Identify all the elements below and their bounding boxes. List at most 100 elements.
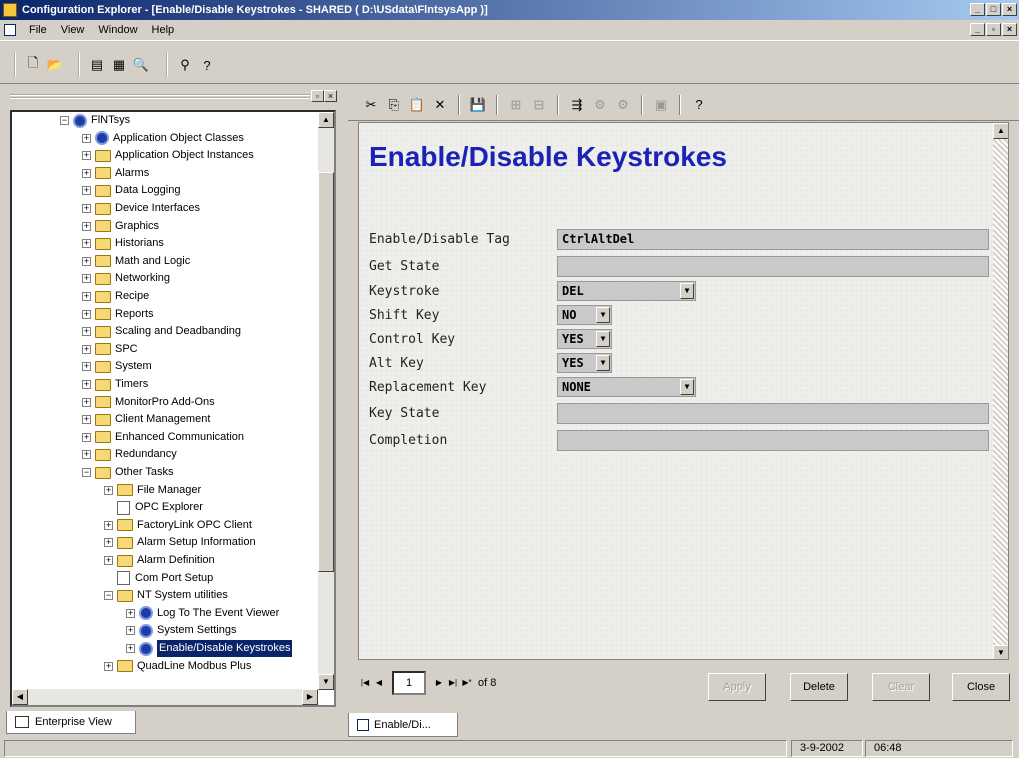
tree-item[interactable]: + Log To The Event Viewer [126,605,279,622]
expand-icon[interactable]: + [82,415,91,425]
import-icon[interactable]: ⇶ [568,96,586,114]
shift-key-select[interactable]: NO ▼ [557,305,612,325]
new-record-button[interactable]: ▶* [460,676,474,690]
tree-item[interactable]: + Historians [82,235,164,252]
find-icon[interactable]: 🔍 [132,56,150,74]
first-record-button[interactable]: |◀ [358,676,372,690]
tree-item[interactable]: + File Manager [104,482,201,499]
pane-min-button[interactable]: ▫ [311,90,324,102]
mdi-restore-button[interactable]: ▫ [986,23,1001,36]
keystroke-select[interactable]: DEL ▼ [557,281,696,301]
dropdown-arrow-icon[interactable]: ▼ [596,307,610,323]
tab-enable-disable[interactable]: Enable/Di... [348,713,458,737]
pane-grip[interactable] [10,94,310,99]
tree-item[interactable]: − FlNTsys [60,112,130,129]
dropdown-arrow-icon[interactable]: ▼ [596,331,610,347]
tree-item[interactable]: + System [82,358,152,375]
delete-button[interactable]: Delete [790,673,848,701]
save-icon[interactable]: 💾 [469,96,487,114]
menu-file[interactable]: File [22,20,54,40]
tree-item[interactable]: + Enable/Disable Keystrokes [126,640,293,657]
menu-help[interactable]: Help [145,20,182,40]
tree-item[interactable]: + FactoryLink OPC Client [104,517,252,534]
help-icon[interactable]: ? [690,96,708,114]
menu-window[interactable]: Window [91,20,144,40]
key-state-input[interactable] [557,402,989,424]
pane-close-button[interactable]: × [324,90,337,102]
filter-icon[interactable]: ⊞ [507,96,525,114]
expand-icon[interactable]: + [104,520,113,530]
control-key-select[interactable]: YES ▼ [557,329,612,349]
prev-record-button[interactable]: ◀ [372,676,386,690]
expand-icon[interactable]: + [104,538,113,548]
dropdown-arrow-icon[interactable]: ▼ [596,355,610,371]
cut-icon[interactable]: ✂ [362,96,380,114]
tree-item[interactable]: + Client Management [82,411,210,428]
tree-hscrollbar[interactable]: ◀ ▶ [12,689,318,705]
expand-icon[interactable]: + [82,327,91,337]
expand-icon[interactable]: + [82,133,91,143]
tree-item[interactable]: + Networking [82,270,170,287]
tree-item[interactable]: + Graphics [82,218,159,235]
expand-icon[interactable]: + [126,608,135,618]
tree-item[interactable]: + QuadLine Modbus Plus [104,658,251,675]
record-number-input[interactable]: 1 [392,671,426,695]
apply-button[interactable]: Apply [708,673,766,701]
expand-icon[interactable]: + [82,239,91,249]
mdi-close-button[interactable]: × [1002,23,1017,36]
tab-enterprise-view[interactable]: Enterprise View [6,711,136,734]
tree-item[interactable]: + Device Interfaces [82,200,200,217]
menu-view[interactable]: View [54,20,92,40]
grid-icon[interactable]: ▦ [110,56,128,74]
tree-item[interactable]: + Enhanced Communication [82,429,244,446]
binoculars-icon[interactable]: ⚲ [176,56,194,74]
expand-icon[interactable]: + [104,485,113,495]
expand-icon[interactable]: + [82,432,91,442]
tree-item[interactable]: + SPC [82,341,138,358]
expand-icon[interactable]: + [82,362,91,372]
expand-icon[interactable]: + [126,644,135,653]
tree-item[interactable]: + Application Object Instances [82,147,254,164]
dropdown-arrow-icon[interactable]: ▼ [680,283,694,299]
expand-icon[interactable]: + [82,309,91,319]
expand-icon[interactable]: + [82,221,91,231]
last-record-button[interactable]: ▶| [446,676,460,690]
properties-icon[interactable]: ▣ [652,96,670,114]
tree-item[interactable]: + MonitorPro Add-Ons [82,394,215,411]
enable-disable-tag-input[interactable]: CtrlAltDel [557,228,989,250]
maximize-button[interactable]: □ [986,3,1001,16]
tree-vscrollbar[interactable]: ▲ ▼ [318,112,334,690]
mdi-minimize-button[interactable]: _ [970,23,985,36]
tree-item[interactable]: + Redundancy [82,446,177,463]
tree-item[interactable]: + Reports [82,306,154,323]
expand-icon[interactable]: + [126,626,135,636]
collapse-icon[interactable]: − [82,468,91,477]
tree-item[interactable]: − NT System utilities [104,587,228,604]
expand-icon[interactable]: + [82,397,91,407]
clear-button[interactable]: Clear [872,673,930,701]
scroll-up-button[interactable]: ▲ [993,123,1008,139]
tree-view-icon[interactable]: ▤ [88,56,106,74]
paste-icon[interactable]: 📋 [408,96,426,114]
tree-item[interactable]: + Alarms [82,165,149,182]
close-form-button[interactable]: Close [952,673,1010,701]
completion-input[interactable] [557,429,989,451]
expand-icon[interactable]: + [82,292,91,301]
scroll-right-button[interactable]: ▶ [302,689,318,705]
tree-item[interactable]: + Alarm Definition [104,552,215,569]
minimize-button[interactable]: _ [970,3,985,16]
expand-icon[interactable]: + [82,380,91,389]
delete-icon[interactable]: ✕ [431,96,449,114]
help-icon[interactable]: ? [198,56,216,74]
expand-icon[interactable]: + [82,344,91,354]
tree-item[interactable]: + System Settings [126,622,236,639]
form-vscrollbar[interactable]: ▲ ▼ [993,123,1008,659]
expand-icon[interactable]: + [82,204,91,213]
dropdown-arrow-icon[interactable]: ▼ [680,379,694,395]
alt-key-select[interactable]: YES ▼ [557,353,612,373]
expand-icon[interactable]: + [82,256,91,266]
new-icon[interactable]: 🗋 [24,55,42,74]
tree-item[interactable]: + Scaling and Deadbanding [82,323,241,340]
collapse-icon[interactable]: − [60,116,69,125]
gear-stop-icon[interactable]: ⚙ [614,96,632,114]
